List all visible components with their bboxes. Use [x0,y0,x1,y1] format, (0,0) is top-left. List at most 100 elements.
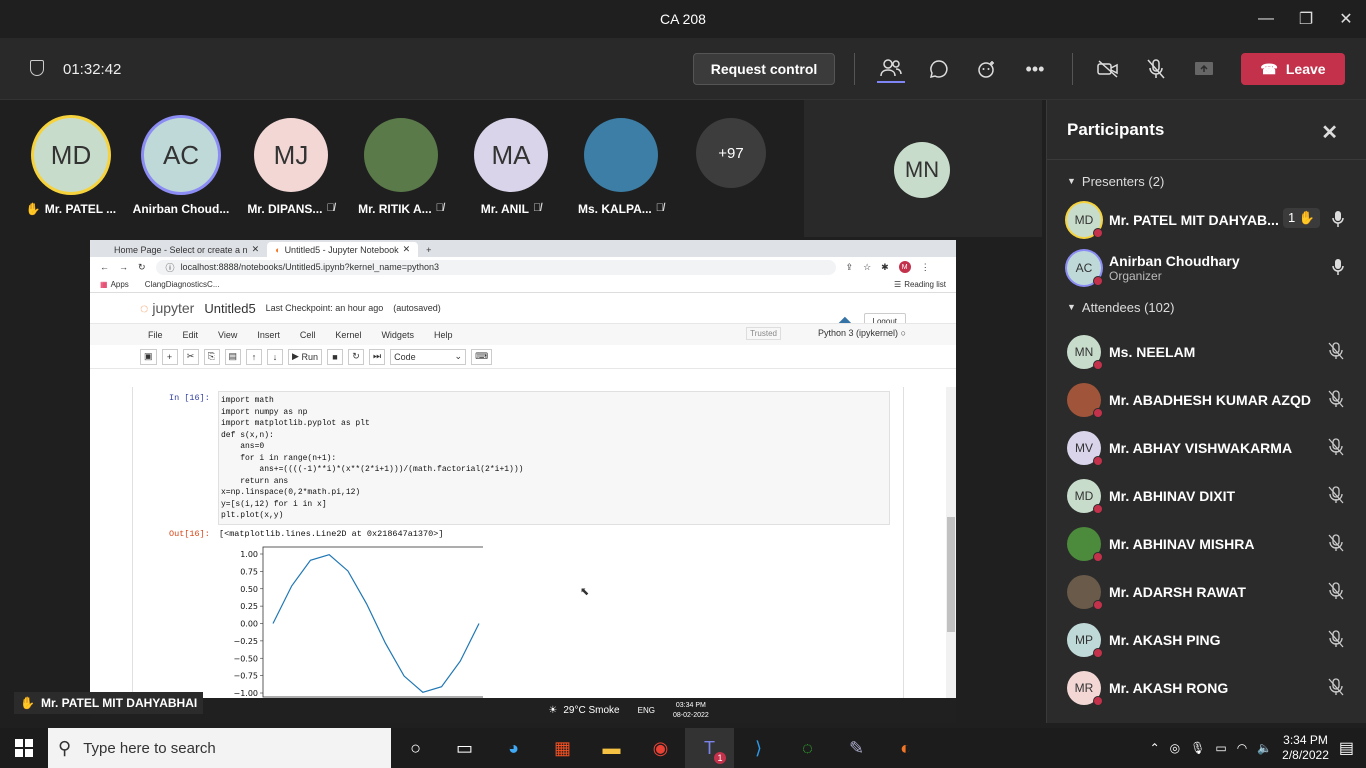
gallery-tile[interactable]: MD ✋ Mr. PATEL ... [16,118,126,216]
camera-off-icon[interactable] [1094,55,1122,83]
taskbar-clock[interactable]: 3:34 PM 2/8/2022 [1282,733,1329,763]
notebook-scrollbar[interactable] [946,387,956,698]
mic-icon[interactable] [1332,258,1344,281]
gallery-tile[interactable]: Mr. RITIK A... 🎙̸ [346,118,456,216]
reading-list[interactable]: ☰ Reading list [894,280,946,289]
participant-row[interactable]: MD Mr. PATEL MIT DAHYAB... 1 ✋ [1047,196,1366,244]
mic-icon[interactable] [1332,210,1344,233]
participant-row[interactable]: Mr. ADARSH RAWAT [1047,568,1366,616]
gallery-tile[interactable]: +97 [676,118,786,188]
fast-forward-icon[interactable]: ⏭ [368,348,386,365]
gallery-tile[interactable]: Ms. KALPA... 🎙̸ [566,118,676,216]
reload-icon[interactable]: ↻ [138,262,146,273]
new-tab-button[interactable]: + [418,242,439,257]
forward-icon[interactable]: → [119,262,128,272]
menu-edit[interactable]: Edit [183,330,199,340]
menu-insert[interactable]: Insert [257,330,280,340]
participant-row[interactable]: MP Mr. AKASH PING [1047,616,1366,664]
mic-off-icon[interactable] [1328,582,1344,605]
store-icon[interactable]: ▦ [538,728,587,768]
minimize-button[interactable]: — [1246,0,1286,38]
menu-kernel[interactable]: Kernel [335,330,361,340]
taskbar-search-box[interactable]: ⚲ Type here to search [48,728,391,768]
mic-off-icon[interactable] [1328,486,1344,509]
vscode-icon[interactable]: ⟩ [734,728,783,768]
kernel-indicator[interactable]: Python 3 (ipykernel) ○ [818,328,906,338]
wifi-icon[interactable]: ◠ [1237,741,1247,755]
kebab-menu-icon[interactable]: ⋮ [921,262,930,273]
spotlight-tile[interactable]: MN [804,100,1042,237]
menu-help[interactable]: Help [434,330,453,340]
chrome-icon[interactable]: ◉ [636,728,685,768]
menu-widgets[interactable]: Widgets [381,330,414,340]
windows-start-button[interactable] [0,728,48,768]
browser-tab-notebook[interactable]: ◐ Untitled5 - Jupyter Notebook ✕ [267,242,419,257]
menu-cell[interactable]: Cell [300,330,316,340]
menu-file[interactable]: File [148,330,163,340]
extensions-icon[interactable]: ✱ [881,262,889,273]
mic-off-icon[interactable] [1328,630,1344,653]
gallery-tile[interactable]: MA Mr. ANIL 🎙̸ [456,118,566,216]
mic-off-icon[interactable] [1142,55,1170,83]
share-icon[interactable]: ⇪ [846,262,854,273]
browser-tab-home[interactable]: Home Page - Select or create a n ✕ [106,242,267,257]
attendees-section-header[interactable]: ▼ Attendees (102) [1047,292,1366,322]
notification-icon[interactable]: ▤ [1339,738,1354,758]
paint-icon[interactable]: ✎ [832,728,881,768]
scrollbar-thumb[interactable] [947,517,955,632]
cortana-icon[interactable]: ○ [391,728,440,768]
star-icon[interactable]: ☆ [863,262,871,273]
more-options-icon[interactable]: ••• [1021,55,1049,83]
menu-view[interactable]: View [218,330,237,340]
close-icon[interactable]: ✕ [252,244,260,255]
code-cell[interactable]: import math import numpy as np import ma… [218,391,890,525]
cell-type-select[interactable]: Code ⌄ [390,348,467,365]
teams-icon[interactable]: T1 [685,728,734,768]
participant-row[interactable]: MN Ms. NEELAM [1047,328,1366,376]
chat-icon[interactable] [925,55,953,83]
url-input[interactable]: ⓘ localhost:8888/notebooks/Untitled5.ipy… [155,259,836,275]
participant-row[interactable]: MV Mr. ABHAY VISHWAKARMA [1047,424,1366,472]
participant-row[interactable]: MD Mr. ABHINAV DIXIT [1047,472,1366,520]
stop-icon[interactable]: ■ [326,348,343,365]
close-window-button[interactable]: ✕ [1326,0,1366,38]
restart-icon[interactable]: ↻ [347,348,364,365]
participant-row[interactable]: Mr. ABHINAV MISHRA [1047,520,1366,568]
participant-row[interactable]: Mr. ABADHESH KUMAR AZQD [1047,376,1366,424]
edge-icon[interactable]: ◕ [489,728,538,768]
presenters-section-header[interactable]: ▼ Presenters (2) [1047,166,1366,196]
insert-cell-icon[interactable]: + [161,348,178,365]
jupyter-taskbar-icon[interactable]: ◐ [881,728,930,768]
participant-row[interactable]: MR Mr. AKASH RONG [1047,664,1366,712]
leave-button[interactable]: ☎ Leave [1241,53,1345,85]
restore-button[interactable]: ❐ [1286,0,1326,38]
task-view-icon[interactable]: ▭ [440,728,489,768]
copy-icon[interactable]: ⎘ [203,348,220,365]
move-up-icon[interactable]: ↑ [246,348,263,365]
move-down-icon[interactable]: ↓ [267,348,284,365]
bookmark-apps[interactable]: ▦ Apps [100,280,129,289]
profile-avatar[interactable]: M [898,261,911,273]
file-explorer-icon[interactable]: ▬ [587,728,636,768]
run-button[interactable]: ▶ Run [288,348,322,365]
camera-icon[interactable]: ◎ [1170,741,1180,755]
bookmark-clang[interactable]: ClangDiagnosticsC... [145,280,220,289]
volume-icon[interactable]: 🔈 [1257,741,1272,755]
command-palette-icon[interactable]: ⌨ [471,348,493,365]
save-icon[interactable]: ▣ [140,348,157,365]
battery-icon[interactable]: ▭ [1215,741,1226,755]
close-panel-icon[interactable]: ✕ [1321,120,1338,145]
jupyter-logo-icon[interactable]: ◌ [140,300,148,316]
participant-row[interactable]: AC Anirban Choudhary Organizer [1047,244,1366,292]
reactions-icon[interactable] [973,55,1001,83]
mic-off-icon[interactable] [1328,678,1344,701]
notebook-name[interactable]: Untitled5 [204,301,255,316]
mic-off-icon[interactable] [1328,534,1344,557]
trusted-badge[interactable]: Trusted [746,327,781,340]
chevron-up-icon[interactable]: ⌃ [1150,741,1160,755]
back-icon[interactable]: ← [100,262,109,272]
gallery-tile[interactable]: AC Anirban Choud... [126,118,236,216]
share-screen-icon[interactable] [1190,55,1218,83]
refresh-app-icon[interactable]: ◌ [783,728,832,768]
microphone-icon[interactable]: 🎙 [1190,741,1205,755]
